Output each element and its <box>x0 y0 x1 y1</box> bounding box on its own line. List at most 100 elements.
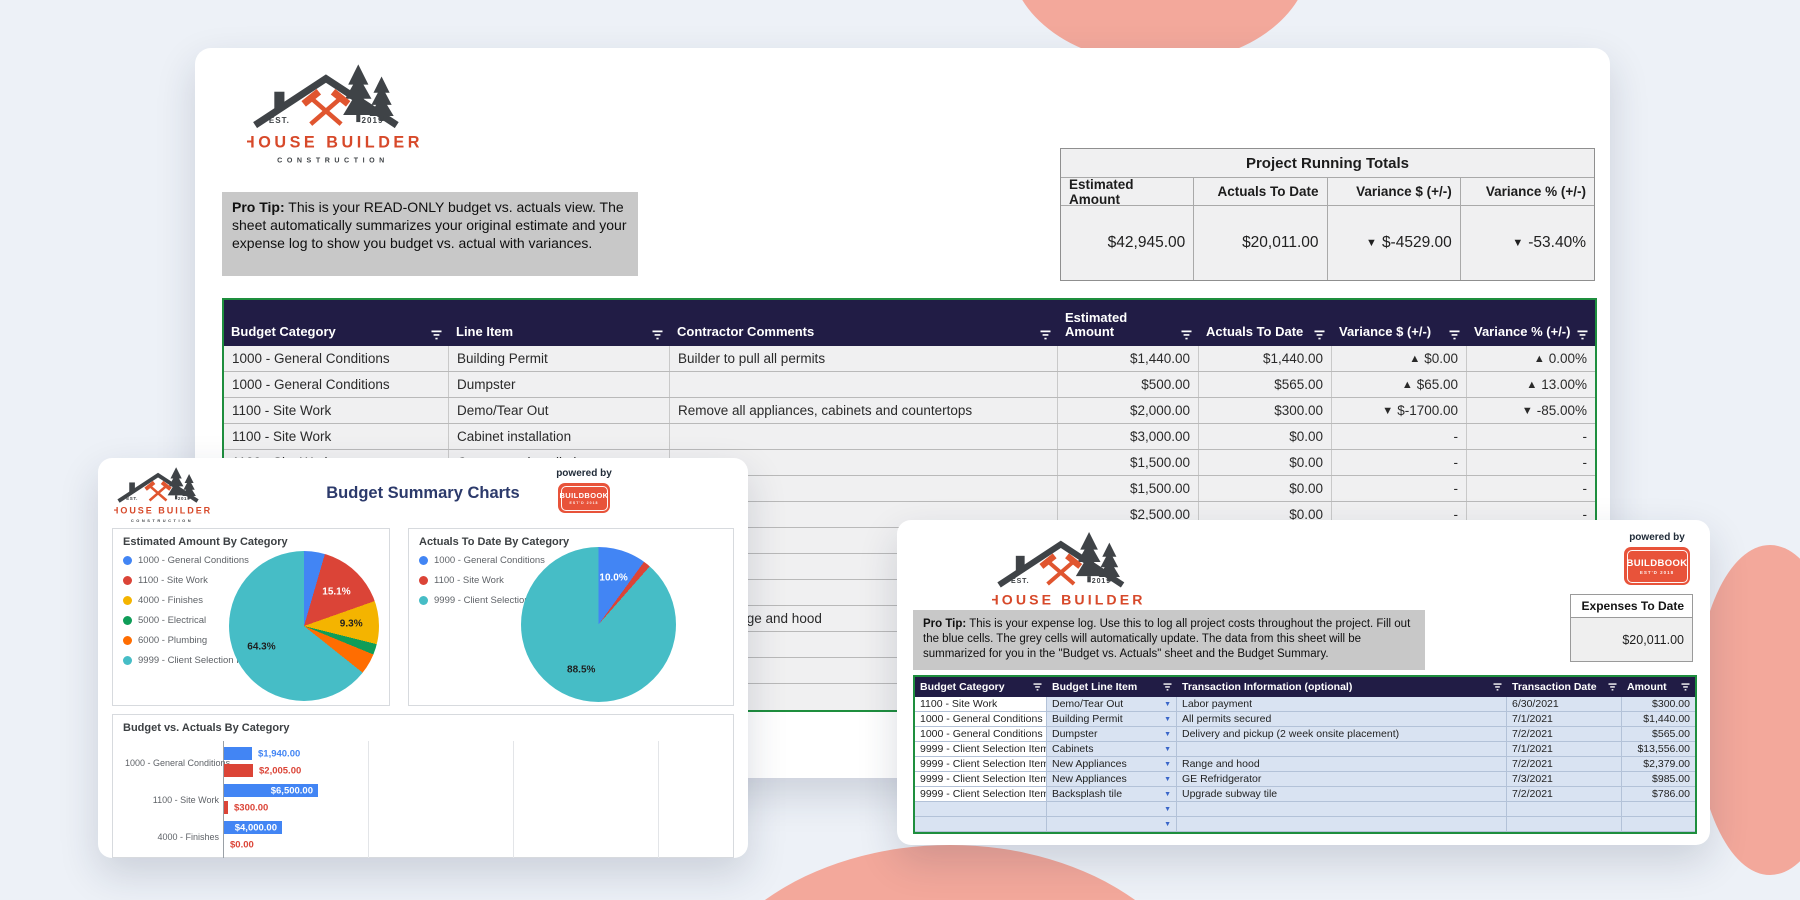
budget-line-item-cell[interactable]: ▼ <box>1047 802 1177 817</box>
powered-by-block: powered by BUILDBOOK EST'D 2018 <box>548 468 620 513</box>
budget-category-cell[interactable]: 9999 - Client Selection Item <box>915 757 1047 772</box>
dropdown-arrow-icon[interactable]: ▼ <box>1164 731 1171 738</box>
running-totals-value: $42,945.00 <box>1061 206 1194 280</box>
transaction-info-cell[interactable] <box>1177 802 1507 817</box>
cell: 1100 - Site Work <box>224 398 449 423</box>
transaction-info-cell[interactable]: Labor payment <box>1177 697 1507 712</box>
budget-summary-charts-panel: EST.2019HOUSE BUILDERCONSTRUCTION Budget… <box>98 458 748 858</box>
transaction-date-cell[interactable]: 7/3/2021 <box>1507 772 1622 787</box>
transaction-info-cell[interactable]: Range and hood <box>1177 757 1507 772</box>
cell: Cabinet installation <box>449 424 670 449</box>
cell: $0.00 <box>1199 476 1332 501</box>
legend-swatch <box>123 636 132 645</box>
pie-chart: 10.0%88.5% <box>521 547 676 702</box>
legend-swatch <box>123 556 132 565</box>
dropdown-arrow-icon[interactable]: ▼ <box>1164 746 1171 753</box>
dropdown-arrow-icon[interactable]: ▼ <box>1164 791 1171 798</box>
bar-category-label: 1100 - Site Work <box>125 795 219 805</box>
chart-title: Budget vs. Actuals By Category <box>123 722 289 734</box>
budget-category-cell[interactable]: 1100 - Site Work <box>915 697 1047 712</box>
amount-cell[interactable]: $300.00 <box>1622 697 1695 712</box>
budget-category-cell[interactable]: 9999 - Client Selection Item <box>915 742 1047 757</box>
dropdown-arrow-icon[interactable]: ▼ <box>1164 701 1171 708</box>
amount-cell[interactable]: $13,556.00 <box>1622 742 1695 757</box>
transaction-info-cell[interactable] <box>1177 817 1507 832</box>
amount-cell[interactable]: $1,440.00 <box>1622 712 1695 727</box>
amount-cell[interactable]: $565.00 <box>1622 727 1695 742</box>
amount-cell[interactable]: $2,379.00 <box>1622 757 1695 772</box>
expense-row: 1000 - General ConditionsBuilding Permit… <box>915 712 1695 727</box>
running-totals-headers: Estimated AmountActuals To DateVariance … <box>1061 178 1594 206</box>
budget-line-item-cell[interactable]: Demo/Tear Out▼ <box>1047 697 1177 712</box>
budget-category-cell[interactable]: 1000 - General Conditions <box>915 712 1047 727</box>
variance-cell: - <box>1332 476 1467 501</box>
filter-icon[interactable] <box>1449 330 1460 340</box>
cell: Building Permit <box>449 346 670 371</box>
amount-cell[interactable] <box>1622 817 1695 832</box>
variance-cell: - <box>1332 450 1467 475</box>
dropdown-arrow-icon[interactable]: ▼ <box>1164 716 1171 723</box>
filter-icon[interactable] <box>1163 683 1172 691</box>
bar-value-label: $2,005.00 <box>259 765 301 776</box>
filter-icon[interactable] <box>1314 330 1325 340</box>
budget-line-item-cell[interactable]: Backsplash tile▼ <box>1047 787 1177 802</box>
filter-icon[interactable] <box>1608 683 1617 691</box>
project-running-totals: Project Running Totals Estimated AmountA… <box>1060 148 1595 281</box>
budget-line-item-cell[interactable]: New Appliances▼ <box>1047 757 1177 772</box>
legend-item: 1000 - General Conditions <box>123 555 255 566</box>
transaction-date-cell[interactable]: 7/1/2021 <box>1507 712 1622 727</box>
transaction-date-cell[interactable] <box>1507 817 1622 832</box>
filter-icon[interactable] <box>1040 330 1051 340</box>
filter-icon[interactable] <box>1577 330 1588 340</box>
filter-icon[interactable] <box>1181 330 1192 340</box>
bar-category-label: 4000 - Finishes <box>125 832 219 842</box>
bar-value-label: $4,000.00 <box>235 822 277 833</box>
svg-text:EST.: EST. <box>1011 578 1029 585</box>
dropdown-arrow-icon[interactable]: ▼ <box>1164 776 1171 783</box>
transaction-info-cell[interactable]: All permits secured <box>1177 712 1507 727</box>
transaction-date-cell[interactable]: 6/30/2021 <box>1507 697 1622 712</box>
column-header: Contractor Comments <box>670 300 1058 346</box>
cell: Demo/Tear Out <box>449 398 670 423</box>
dropdown-arrow-icon[interactable]: ▼ <box>1164 761 1171 768</box>
budget-line-item-cell[interactable]: New Appliances▼ <box>1047 772 1177 787</box>
transaction-date-cell[interactable]: 7/1/2021 <box>1507 742 1622 757</box>
transaction-info-cell[interactable]: GE Refridgerator <box>1177 772 1507 787</box>
filter-icon[interactable] <box>652 330 663 340</box>
budget-category-cell[interactable]: 1000 - General Conditions <box>915 727 1047 742</box>
dropdown-arrow-icon[interactable]: ▼ <box>1164 821 1171 828</box>
budget-line-item-cell[interactable]: Dumpster▼ <box>1047 727 1177 742</box>
budget-category-cell[interactable] <box>915 802 1047 817</box>
budget-category-cell[interactable]: 9999 - Client Selection Item <box>915 772 1047 787</box>
transaction-date-cell[interactable]: 7/2/2021 <box>1507 787 1622 802</box>
filter-icon[interactable] <box>1681 683 1690 691</box>
filter-icon[interactable] <box>1033 683 1042 691</box>
variance-cell: ▼-85.00% <box>1467 398 1595 423</box>
budget-line-item-cell[interactable]: ▼ <box>1047 817 1177 832</box>
expense-table-header: Budget CategoryBudget Line ItemTransacti… <box>915 677 1695 697</box>
budget-line-item-cell[interactable]: Building Permit▼ <box>1047 712 1177 727</box>
budget-category-cell[interactable] <box>915 817 1047 832</box>
dropdown-arrow-icon[interactable]: ▼ <box>1164 806 1171 813</box>
transaction-date-cell[interactable] <box>1507 802 1622 817</box>
filter-icon[interactable] <box>431 330 442 340</box>
svg-text:2019: 2019 <box>1092 578 1111 585</box>
cell: Remove all appliances, cabinets and coun… <box>670 398 1058 423</box>
legend-swatch <box>419 556 428 565</box>
budget-line-item-cell[interactable]: Cabinets▼ <box>1047 742 1177 757</box>
transaction-info-cell[interactable] <box>1177 742 1507 757</box>
amount-cell[interactable]: $786.00 <box>1622 787 1695 802</box>
up-triangle-icon: ▲ <box>1534 353 1545 365</box>
filter-icon[interactable] <box>1493 683 1502 691</box>
transaction-date-cell[interactable]: 7/2/2021 <box>1507 727 1622 742</box>
budget-table-row: 1000 - General ConditionsDumpster$500.00… <box>224 372 1595 398</box>
budget-table-row: 1100 - Site WorkDemo/Tear OutRemove all … <box>224 398 1595 424</box>
amount-cell[interactable]: $985.00 <box>1622 772 1695 787</box>
transaction-info-cell[interactable]: Delivery and pickup (2 week onsite place… <box>1177 727 1507 742</box>
svg-text:CONSTRUCTION: CONSTRUCTION <box>277 157 389 165</box>
amount-cell[interactable] <box>1622 802 1695 817</box>
column-header: Transaction Information (optional) <box>1177 677 1507 697</box>
transaction-date-cell[interactable]: 7/2/2021 <box>1507 757 1622 772</box>
budget-category-cell[interactable]: 9999 - Client Selection Item <box>915 787 1047 802</box>
transaction-info-cell[interactable]: Upgrade subway tile <box>1177 787 1507 802</box>
